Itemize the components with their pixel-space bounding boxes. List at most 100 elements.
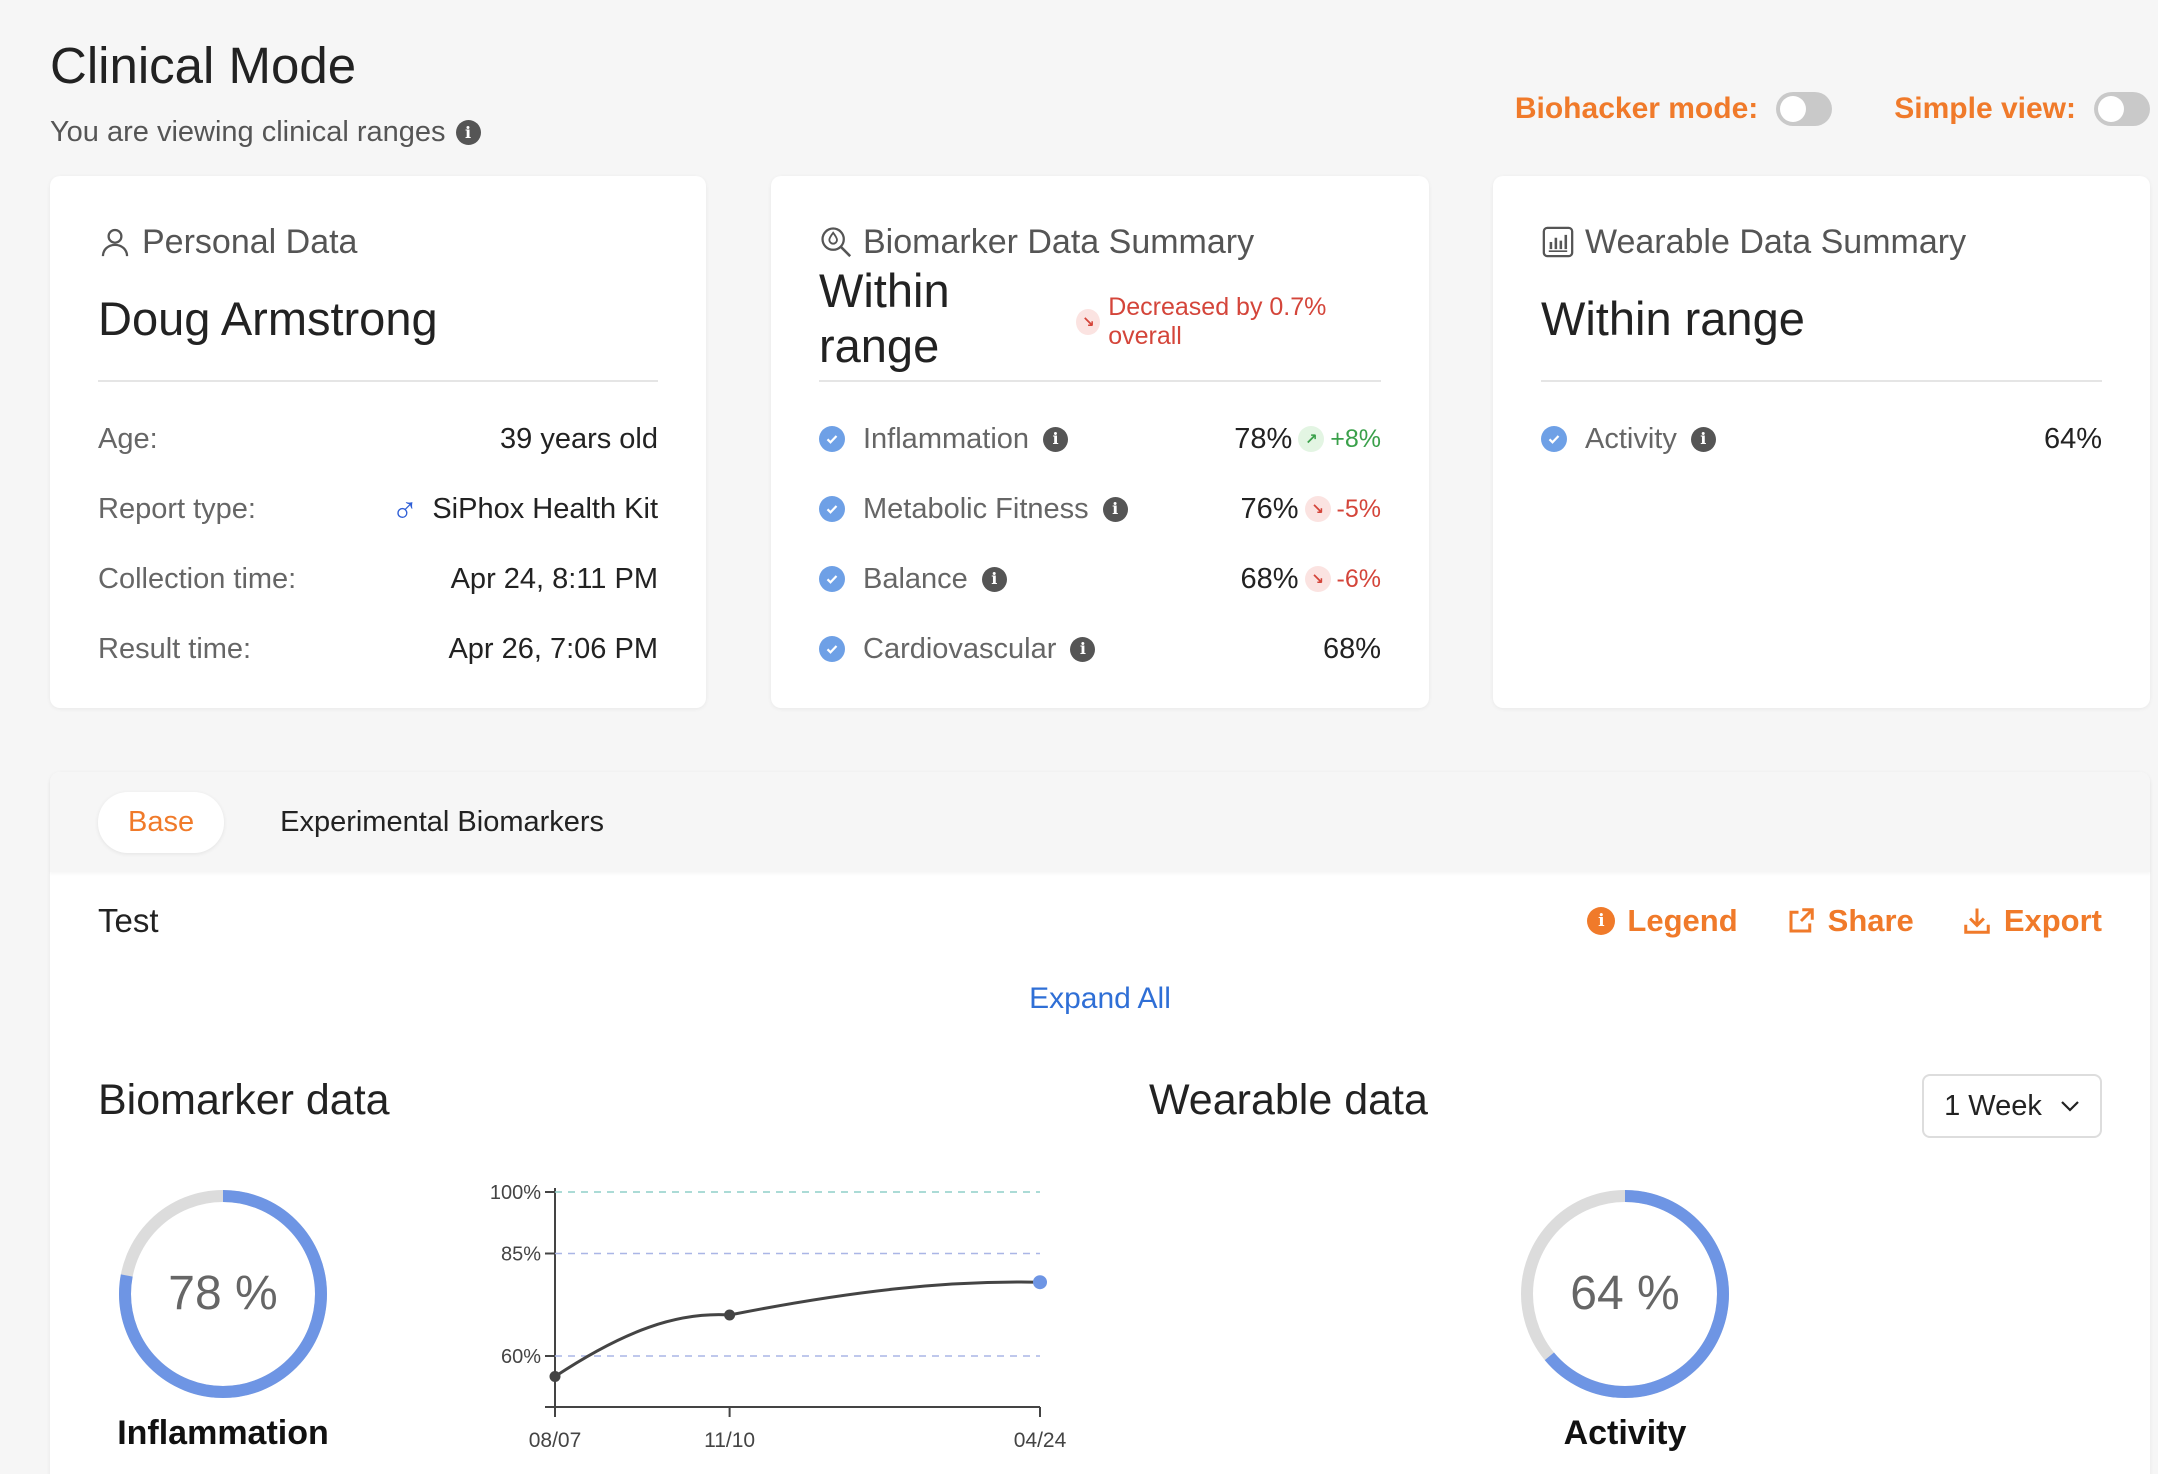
data-point: [724, 1309, 736, 1321]
age-label: Age:: [98, 422, 158, 455]
metabolic-fitness-row[interactable]: Metabolic Fitness i 76% ↘ -5%: [819, 474, 1381, 544]
export-button[interactable]: Export: [1962, 903, 2102, 939]
info-icon[interactable]: i: [981, 566, 1007, 592]
wearable-status: Within range: [1541, 291, 1805, 345]
biomarker-summary-title: Biomarker Data Summary: [863, 222, 1255, 261]
inflammation-ring-label: Inflammation: [117, 1414, 329, 1452]
series-line: [554, 1280, 1041, 1378]
page-title: Clinical Mode: [50, 37, 357, 94]
tab-base[interactable]: Base: [98, 791, 225, 853]
report-type-value: ♂ SiPhox Health Kit: [391, 488, 658, 530]
period-select[interactable]: 1 Week: [1922, 1074, 2102, 1138]
biohacker-mode-label: Biohacker mode:: [1514, 92, 1759, 125]
biomarker-summary-header: Biomarker Data Summary: [819, 220, 1381, 264]
cardiovascular-row[interactable]: Cardiovascular i 68%: [819, 614, 1381, 684]
wearable-summary-title: Wearable Data Summary: [1585, 222, 1967, 261]
balance-text: Balance: [863, 562, 968, 595]
arrow-down-icon: ↘: [1076, 309, 1101, 335]
activity-row[interactable]: Activity i 64%: [1541, 404, 2102, 474]
share-button[interactable]: Share: [1786, 903, 1914, 939]
biomarker-status: Within range ↘ Decreased by 0.7% overall: [819, 264, 1381, 372]
bar-chart-icon: [1542, 226, 1574, 258]
period-select-value: 1 Week: [1944, 1089, 2042, 1122]
inflammation-delta: +8%: [1330, 424, 1381, 453]
metabolic-fitness-value: 76% ↘ -5%: [1240, 493, 1381, 526]
report-type-row: Report type: ♂ SiPhox Health Kit: [98, 474, 658, 544]
male-icon: ♂: [391, 488, 419, 529]
check-icon: [819, 566, 845, 592]
overall-change-text: Decreased by 0.7% overall: [1108, 293, 1327, 350]
check-icon: [1541, 426, 1567, 452]
check-icon: [819, 496, 845, 522]
biomarker-summary-rows: Inflammation i 78% ↗ +8% Metabolic Fitne…: [819, 404, 1381, 684]
x-tick-label: 11/10: [704, 1429, 755, 1452]
result-time-label: Result time:: [98, 632, 252, 665]
collection-time-value: Apr 24, 8:11 PM: [450, 562, 658, 595]
divider: [819, 380, 1381, 382]
user-icon: [101, 228, 129, 257]
biohacker-mode-switch[interactable]: [1776, 92, 1833, 126]
biomarker-data-title: Biomarker data: [98, 1076, 390, 1124]
info-icon[interactable]: i: [1070, 636, 1096, 662]
activity-label: Activity i: [1541, 423, 1716, 456]
share-label: Share: [1827, 903, 1914, 938]
info-icon[interactable]: i: [1690, 426, 1716, 452]
biomarker-summary-card: Biomarker Data Summary Within range ↘ De…: [771, 176, 1429, 708]
wearable-data-title: Wearable data: [1149, 1076, 1428, 1124]
patient-name: Doug Armstrong: [98, 291, 438, 345]
balance-percent: 68%: [1240, 562, 1299, 595]
mode-toggles: Biohacker mode: Simple view:: [1515, 92, 2150, 126]
divider: [1541, 380, 2102, 382]
legend-button[interactable]: i Legend: [1587, 903, 1738, 939]
personal-data-card: Personal Data Doug Armstrong Age: 39 yea…: [50, 176, 706, 708]
metabolic-fitness-delta: -5%: [1336, 494, 1381, 523]
expand-all-link[interactable]: Expand All: [50, 982, 2150, 1016]
report-type-label: Report type:: [98, 492, 256, 525]
balance-delta: -6%: [1336, 564, 1381, 593]
biohacker-mode-toggle-group: Biohacker mode:: [1514, 92, 1833, 126]
arrow-up-icon: ↗: [1298, 426, 1325, 452]
balance-row[interactable]: Balance i 68% ↘ -6%: [819, 544, 1381, 614]
inflammation-ring: 78 %: [119, 1190, 327, 1398]
y-tick-label: 60%: [501, 1346, 541, 1368]
simple-view-switch[interactable]: [2094, 92, 2150, 126]
metabolic-fitness-percent: 76%: [1240, 492, 1299, 525]
result-time-value: Apr 26, 7:06 PM: [448, 632, 658, 665]
cardiovascular-value: 68%: [1322, 632, 1381, 665]
download-icon: [1964, 908, 1990, 934]
export-label: Export: [2003, 903, 2102, 938]
inflammation-row[interactable]: Inflammation i 78% ↗ +8%: [819, 404, 1381, 474]
metabolic-fitness-label: Metabolic Fitness i: [819, 493, 1128, 526]
info-icon[interactable]: i: [455, 120, 481, 145]
cardiovascular-label: Cardiovascular i: [819, 632, 1096, 666]
personal-data-rows: Age: 39 years old Report type: ♂ SiPhox …: [98, 404, 658, 684]
subtitle-text: You are viewing clinical ranges: [50, 116, 446, 148]
inflammation-text: Inflammation: [863, 422, 1030, 455]
biomarker-status-text: Within range: [819, 264, 950, 372]
test-header: Test i Legend Share Export: [98, 902, 2102, 940]
collection-time-label: Collection time:: [98, 562, 297, 595]
divider: [98, 380, 658, 382]
simple-view-label: Simple view:: [1894, 92, 2076, 125]
personal-data-header: Personal Data: [98, 220, 658, 264]
inflammation-label: Inflammation i: [819, 422, 1069, 456]
cardiovascular-text: Cardiovascular: [863, 632, 1057, 665]
info-icon: i: [1587, 907, 1616, 935]
biomarker-search-icon: [821, 227, 852, 258]
tab-experimental-biomarkers[interactable]: Experimental Biomarkers: [250, 792, 634, 853]
personal-data-title: Personal Data: [142, 222, 358, 261]
info-icon[interactable]: i: [1102, 496, 1128, 522]
activity-ring: 64 %: [1521, 1190, 1729, 1398]
y-tick-label: 100%: [490, 1182, 541, 1204]
arrow-down-icon: ↘: [1304, 566, 1331, 592]
check-icon: [819, 636, 845, 662]
simple-view-toggle-group: Simple view:: [1894, 92, 2150, 126]
report-type-text: SiPhox Health Kit: [432, 492, 658, 525]
info-icon[interactable]: i: [1043, 426, 1069, 452]
metabolic-fitness-text: Metabolic Fitness: [863, 492, 1089, 525]
chevron-down-icon: [2061, 1101, 2079, 1112]
collection-time-row: Collection time: Apr 24, 8:11 PM: [98, 544, 658, 614]
results-panel: Base Experimental Biomarkers Test i Lege…: [50, 772, 2150, 1474]
age-value: 39 years old: [500, 422, 658, 455]
wearable-summary-header: Wearable Data Summary: [1541, 220, 2102, 264]
